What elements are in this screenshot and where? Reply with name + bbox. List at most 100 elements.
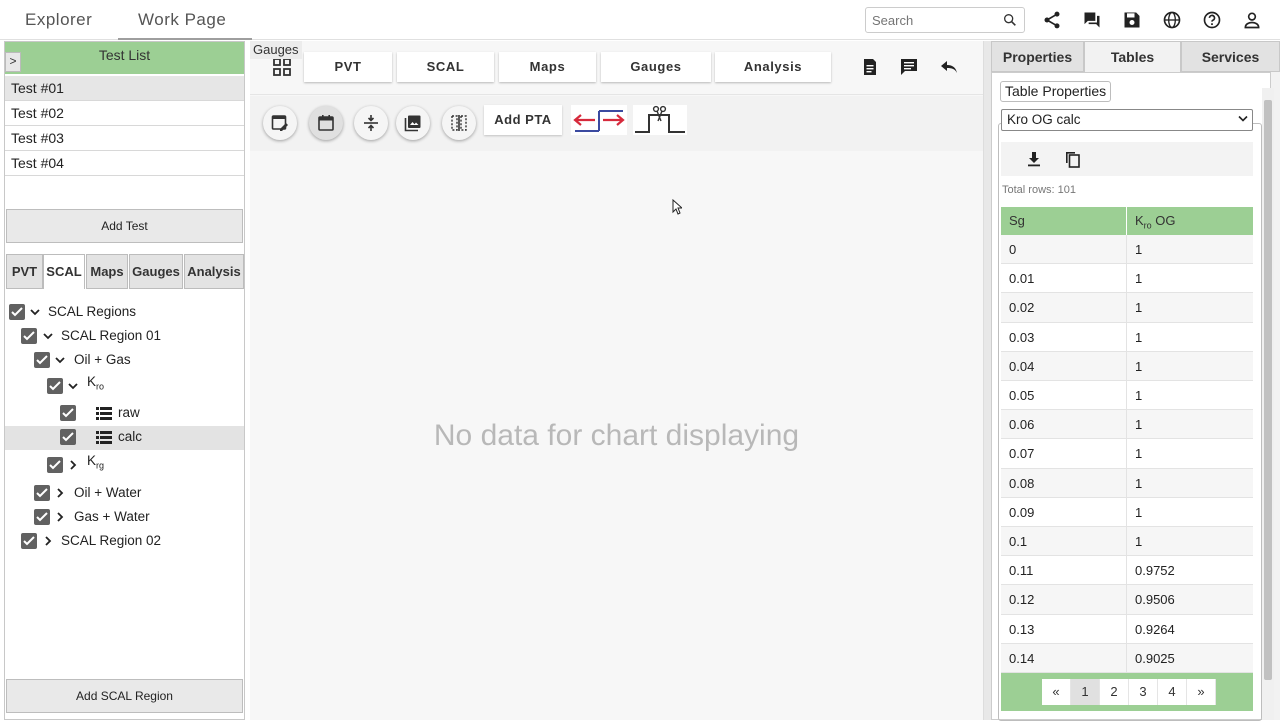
checkbox[interactable] [47, 378, 63, 394]
undo-icon[interactable] [939, 57, 959, 77]
chevron-right-icon[interactable] [53, 486, 67, 500]
table-row[interactable]: 0.05 1 [1001, 381, 1253, 411]
tree-node-kro[interactable]: Kro [5, 374, 244, 398]
checkbox[interactable] [60, 429, 76, 445]
expand-range-icon[interactable] [571, 105, 627, 135]
page-button[interactable]: 1 [1071, 679, 1100, 705]
chevron-down-icon[interactable] [28, 305, 42, 319]
tab-maps[interactable]: Maps [86, 254, 128, 289]
page-last-button[interactable]: » [1187, 679, 1216, 705]
page-button[interactable]: 2 [1100, 679, 1129, 705]
column-header-kro-og[interactable]: Kro OG [1127, 207, 1253, 235]
checkbox[interactable] [9, 304, 25, 320]
tab-tables[interactable]: Tables [1084, 41, 1181, 72]
chevron-right-icon[interactable] [53, 510, 67, 524]
account-icon[interactable] [1242, 10, 1262, 30]
tree-node-oil-gas[interactable]: Oil + Gas [5, 350, 244, 372]
table-row[interactable]: 0.11 0.9752 [1001, 556, 1253, 586]
copy-icon[interactable] [1064, 150, 1082, 168]
table-row[interactable]: 0.01 1 [1001, 264, 1253, 294]
tree-node-region-02[interactable]: SCAL Region 02 [5, 531, 244, 553]
checkbox[interactable] [21, 533, 37, 549]
chevron-down-icon[interactable] [41, 329, 55, 343]
download-icon[interactable] [1026, 151, 1042, 167]
tab-services[interactable]: Services [1181, 41, 1280, 72]
page-button[interactable]: 3 [1129, 679, 1158, 705]
tab-scal[interactable]: SCAL [43, 254, 85, 289]
edit-chart-button[interactable] [263, 106, 297, 140]
chevron-down-icon[interactable] [53, 353, 67, 367]
language-icon[interactable] [1162, 10, 1182, 30]
search-input[interactable] [866, 8, 994, 32]
checkbox[interactable] [60, 405, 76, 421]
split-view-button[interactable] [442, 106, 476, 140]
tree-node-scal-regions[interactable]: SCAL Regions [5, 302, 244, 324]
page-button[interactable]: 4 [1158, 679, 1187, 705]
table-row[interactable]: 0.04 1 [1001, 351, 1253, 381]
calendar-button[interactable] [309, 106, 343, 140]
comment-icon[interactable] [899, 57, 919, 77]
checkbox[interactable] [34, 352, 50, 368]
tab-gauges[interactable]: Gauges [601, 52, 711, 82]
table-row[interactable]: 0.08 1 [1001, 468, 1253, 498]
tab-explorer[interactable]: Explorer [5, 0, 112, 40]
tab-analysis[interactable]: Analysis [715, 52, 831, 82]
cell-kro: 0.9025 [1135, 650, 1175, 666]
tab-maps[interactable]: Maps [499, 52, 596, 82]
table-row[interactable]: 0.06 1 [1001, 410, 1253, 440]
column-header-sg[interactable]: Sg [1001, 207, 1127, 235]
tab-pvt[interactable]: PVT [6, 254, 43, 289]
checkbox[interactable] [47, 457, 63, 473]
tab-analysis[interactable]: Analysis [184, 254, 244, 289]
tree-node-oil-water[interactable]: Oil + Water [5, 483, 244, 505]
checkbox[interactable] [34, 509, 50, 525]
table-row[interactable]: 0.14 0.9025 [1001, 643, 1253, 673]
test-item[interactable]: Test #02 [5, 101, 244, 126]
test-item[interactable]: Test #04 [5, 151, 244, 176]
calendar-icon [318, 115, 334, 131]
table-row[interactable]: 0.02 1 [1001, 293, 1253, 323]
document-icon[interactable] [860, 57, 880, 77]
table-row[interactable]: 0.13 0.9264 [1001, 614, 1253, 644]
tree-node-calc[interactable]: calc [5, 427, 244, 449]
tree-node-gas-water[interactable]: Gas + Water [5, 507, 244, 529]
collapse-toggle-button[interactable]: > [5, 52, 21, 72]
chevron-right-icon[interactable] [41, 534, 55, 548]
add-test-button[interactable]: Add Test [6, 209, 243, 243]
search-icon[interactable] [1002, 12, 1018, 28]
tree-node-region-01[interactable]: SCAL Region 01 [5, 326, 244, 348]
table-row[interactable]: 0.03 1 [1001, 322, 1253, 352]
chevron-right-icon[interactable] [66, 458, 80, 472]
scrollbar-thumb[interactable] [1264, 100, 1272, 680]
panel-splitter[interactable] [983, 41, 991, 720]
table-row[interactable]: 0.07 1 [1001, 439, 1253, 469]
tree-node-krg[interactable]: Krg [5, 453, 244, 477]
save-icon[interactable] [1122, 10, 1142, 30]
cut-step-icon[interactable] [633, 105, 687, 135]
add-pta-button[interactable]: Add PTA [484, 105, 562, 135]
tab-gauges[interactable]: Gauges [129, 254, 183, 289]
table-select[interactable]: Kro OG calc [1001, 109, 1253, 131]
test-item[interactable]: Test #03 [5, 126, 244, 151]
share-icon[interactable] [1042, 10, 1062, 30]
add-scal-region-button[interactable]: Add SCAL Region [6, 679, 243, 713]
table-row[interactable]: 0.09 1 [1001, 497, 1253, 527]
chevron-down-icon[interactable] [66, 379, 80, 393]
tree-node-raw[interactable]: raw [5, 403, 244, 425]
test-item[interactable]: Test #01 [5, 76, 244, 101]
help-icon[interactable] [1202, 10, 1222, 30]
tab-properties[interactable]: Properties [991, 41, 1084, 72]
checkbox[interactable] [21, 328, 37, 344]
grid-view-icon[interactable] [273, 58, 291, 76]
table-row[interactable]: 0.12 0.9506 [1001, 585, 1253, 615]
tab-work-page[interactable]: Work Page [118, 0, 252, 40]
page-first-button[interactable]: « [1042, 679, 1071, 705]
checkbox[interactable] [34, 485, 50, 501]
compress-button[interactable] [354, 106, 388, 140]
table-row[interactable]: 01 [1001, 235, 1253, 265]
image-button[interactable] [396, 106, 430, 140]
table-row[interactable]: 0.1 1 [1001, 527, 1253, 557]
tab-pvt[interactable]: PVT [304, 52, 392, 82]
tab-scal[interactable]: SCAL [397, 52, 494, 82]
forum-icon[interactable] [1082, 10, 1102, 30]
